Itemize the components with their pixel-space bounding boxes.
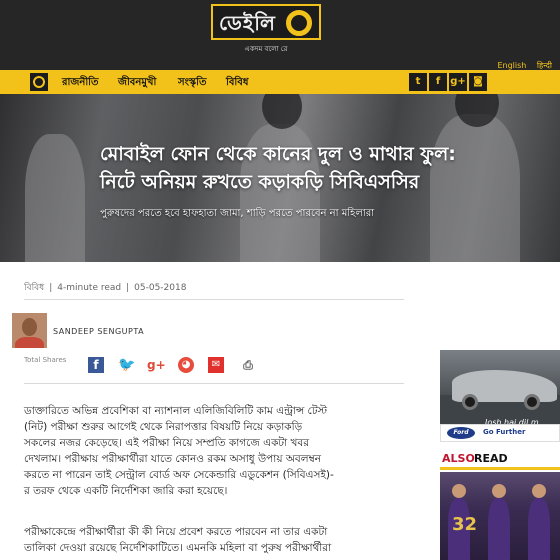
logo-box: ডেইলি [211,4,321,40]
total-shares-label: Total Shares [24,356,67,364]
headline-line: মোবাইল ফোন থেকে কানের দুল ও মাথার ফুল: [100,143,456,165]
ford-logo: Ford [447,427,475,439]
hero-image: মোবাইল ফোন থেকে কানের দুল ও মাথার ফুল: ন… [0,94,560,262]
read-time: 4-minute read [57,283,122,293]
google-plus-icon[interactable]: g+ [147,357,166,373]
reddit-icon[interactable]: ◕ [178,357,194,373]
facebook-icon[interactable]: f [429,73,447,91]
twitter-icon[interactable]: t [409,73,427,91]
instagram-icon[interactable]: ◙ [469,73,487,91]
article-headline: মোবাইল ফোন থেকে কানের দুল ও মাথার ফুল: ন… [100,140,550,196]
author-avatar[interactable] [12,313,47,348]
headline-line: নিটে অনিয়ম রুখতে কড়াকড়ি সিবিএসসির [100,171,420,193]
logo-tagline: একদম বলো রে [244,45,288,53]
facebook-icon[interactable]: f [88,357,104,373]
masthead: ডেইলি একদম বলো রে English हिन्दी [0,0,560,70]
home-icon[interactable] [30,73,48,91]
twitter-icon[interactable]: 🐦 [118,357,135,373]
article-subheading: পুরুষদের পরতে হবে হাফহাতা জামা, শাড়ি পর… [100,208,375,219]
category-link[interactable]: বিবিধ [24,283,44,293]
divider [24,299,404,300]
also-read-heading: ALSO READ [440,448,560,470]
nav-item-politics[interactable]: রাজনীতি [62,75,99,92]
google-plus-icon[interactable]: g+ [449,73,467,91]
logo-ring-icon [286,10,312,36]
site-logo[interactable]: ডেইলি একদম বলো রে [211,4,321,53]
main-nav: রাজনীতি জীবনমুখী সংস্কৃতি বিবিধ t f g+ ◙ [0,70,560,94]
email-icon[interactable]: ✉ [208,357,224,373]
logo-text: ডেইলি [219,11,276,35]
lang-link-english[interactable]: English [497,61,526,70]
also-read-thumbnail[interactable]: 32 [440,472,560,560]
publish-date: 05-05-2018 [134,283,187,293]
print-icon[interactable]: ⎙ [240,357,256,373]
nav-item-lifestyle[interactable]: জীবনমুখী [118,75,156,92]
nav-item-culture[interactable]: সংস্কৃতি [178,75,206,92]
article-paragraph: পরীক্ষাকেন্দ্রে পরীক্ষার্থীরা কী কী নিয়… [24,526,332,554]
ad-footer[interactable]: Ford Go Further [440,424,560,442]
divider [24,383,404,384]
jersey-number: 32 [452,514,478,535]
article-meta: বিবিধ | 4-minute read | 05-05-2018 [24,283,187,293]
nav-item-misc[interactable]: বিবিধ [226,75,248,92]
ad-cta: Go Further [483,428,526,436]
author-name[interactable]: SANDEEP SENGUPTA [53,327,144,336]
article-paragraph: ডাক্তারিতে অভিন্ন প্রবেশিকা বা ন্যাশনাল … [24,405,334,497]
lang-link-hindi[interactable]: हिन्दी [537,61,552,70]
page: ডেইলি একদম বলো রে English हिन्दी রাজনীতি… [0,0,560,560]
